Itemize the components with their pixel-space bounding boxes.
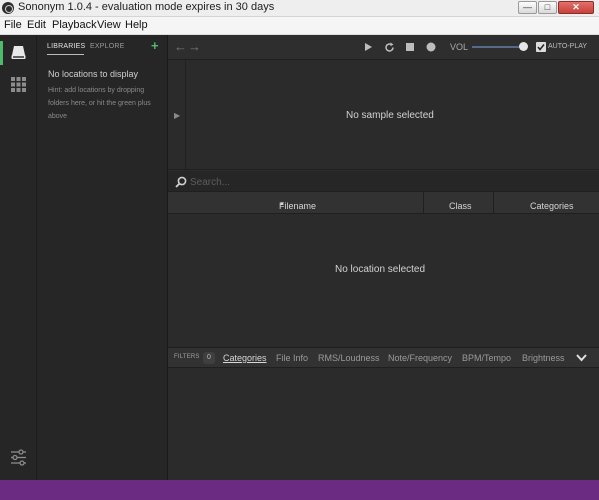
active-tab-underline (47, 54, 84, 55)
play-icon (365, 43, 372, 51)
tab-libraries[interactable]: LIBRARIES (47, 43, 85, 50)
menu-help[interactable]: Help (125, 19, 148, 31)
column-header-label: Filename (279, 201, 317, 211)
autoplay-checkbox[interactable] (536, 42, 546, 52)
search-bar (168, 171, 599, 192)
waveform-gutter: ▶ (168, 60, 186, 170)
menu-view[interactable]: View (97, 19, 121, 31)
sliders-icon[interactable] (10, 449, 27, 466)
title-bar: Sononym 1.0.4 - evaluation mode expires … (0, 0, 599, 17)
search-input[interactable] (190, 175, 580, 189)
grid-icon[interactable] (11, 77, 26, 92)
app-window: Sononym 1.0.4 - evaluation mode expires … (0, 0, 599, 500)
window-title: Sononym 1.0.4 - evaluation mode expires … (18, 1, 275, 13)
add-location-hint: Hint: add locations by dropping folders … (48, 87, 151, 120)
filter-content-area (168, 368, 599, 480)
menu-bar: File Edit Playback View Help (0, 17, 599, 35)
empty-locations-message: No locations to display (48, 69, 139, 79)
filters-count-badge: 0 (203, 352, 215, 364)
play-button[interactable] (361, 40, 375, 54)
waveform-panel: ▶ No sample selected (168, 60, 599, 170)
autoplay-label: AUTO-PLAY (548, 43, 588, 50)
record-button[interactable] (424, 40, 438, 54)
back-arrow-icon[interactable]: ← (174, 39, 187, 54)
record-icon (426, 42, 436, 52)
tab-explore[interactable]: EXPLORE (90, 43, 124, 50)
minimize-button[interactable]: — (518, 1, 537, 14)
column-header-label: Categories (530, 201, 574, 211)
libraries-panel: LIBRARIES EXPLORE + No locations to disp… (37, 35, 168, 480)
no-sample-message: No sample selected (346, 110, 434, 121)
results-table-body: No location selected (168, 214, 599, 348)
maximize-button[interactable]: □ (538, 1, 557, 14)
loop-button[interactable] (382, 40, 396, 54)
column-header-class[interactable]: Class (424, 192, 494, 214)
add-location-button[interactable]: + (151, 38, 159, 53)
volume-slider-track[interactable] (472, 46, 524, 48)
waveform-play-icon[interactable]: ▶ (174, 111, 180, 120)
column-header-categories[interactable]: Categories (494, 192, 599, 214)
loop-icon (384, 42, 394, 52)
chevron-down-icon[interactable] (576, 353, 587, 362)
libraries-icon (11, 46, 26, 59)
app-logo-icon (2, 2, 14, 14)
filter-tab-categories[interactable]: Categories (223, 353, 267, 363)
filter-tab-brightness[interactable]: Brightness (522, 353, 565, 363)
forward-arrow-icon[interactable]: → (188, 39, 201, 54)
volume-label: VOL (450, 42, 469, 52)
filter-tab-note-frequency[interactable]: Note/Frequency (388, 353, 452, 363)
taskbar-strip (0, 480, 599, 500)
filter-tab-file-info[interactable]: File Info (276, 353, 308, 363)
menu-edit[interactable]: Edit (27, 19, 46, 31)
filter-tab-bpm-tempo[interactable]: BPM/Tempo (462, 353, 511, 363)
results-table-header: ▲ Filename Class Categories (168, 192, 599, 214)
filters-label: FILTERS (174, 354, 200, 360)
menu-file[interactable]: File (4, 19, 22, 31)
menu-playback[interactable]: Playback (52, 19, 97, 31)
stop-icon (406, 43, 414, 51)
search-icon (175, 176, 187, 188)
transport-toolbar: ← → VOL AUTO-PLAY (168, 35, 599, 60)
active-indicator (0, 41, 3, 65)
libraries-nav-button[interactable] (0, 41, 37, 65)
column-header-filename[interactable]: ▲ Filename (168, 192, 424, 214)
nav-rail (0, 35, 37, 480)
stop-button[interactable] (403, 40, 417, 54)
checkmark-icon (537, 44, 545, 51)
volume-slider-knob[interactable] (519, 42, 528, 51)
no-location-message: No location selected (335, 264, 426, 275)
filter-tab-rms-loudness[interactable]: RMS/Loudness (318, 353, 380, 363)
column-header-label: Class (449, 201, 472, 211)
close-button[interactable]: ✕ (558, 1, 594, 14)
filter-bar: FILTERS 0 Categories File Info RMS/Loudn… (168, 348, 599, 368)
